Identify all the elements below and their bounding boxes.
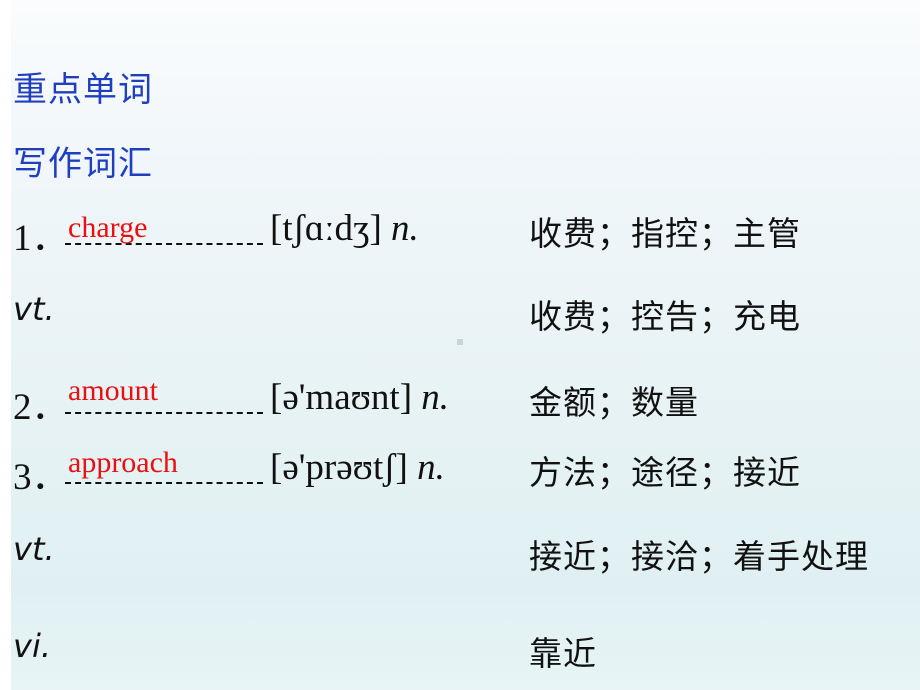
phonetic-line: [ə'prəʊtʃ] n.: [270, 446, 445, 489]
extra-meaning: 靠近: [529, 634, 597, 673]
answer-text: approach: [68, 446, 178, 479]
part-of-speech: n.: [417, 447, 445, 488]
answer-text: charge: [68, 211, 148, 244]
answer-blank: [65, 482, 263, 484]
phonetic-line: [ə'maʊnt] n.: [270, 376, 449, 419]
extra-part-of-speech: vt.: [13, 290, 55, 328]
phonetic-line: [tʃɑːdʒ] n.: [270, 207, 419, 250]
meaning: 收费；指控；主管: [529, 214, 801, 253]
entry-number: 2．: [13, 387, 69, 428]
extra-part-of-speech: vt.: [13, 530, 55, 568]
subsection-heading: 写作词汇: [13, 144, 153, 184]
phonetic: [ə'prəʊtʃ]: [270, 447, 408, 488]
meaning: 金额；数量: [529, 383, 699, 422]
phonetic: [ə'maʊnt]: [270, 377, 413, 418]
extra-meaning: 接近；接洽；着手处理: [529, 537, 869, 576]
entry-number: 1．: [13, 218, 69, 259]
phonetic: [tʃɑːdʒ]: [270, 208, 382, 249]
answer-text: amount: [68, 374, 158, 407]
part-of-speech: n.: [421, 377, 450, 418]
answer-blank: [65, 412, 263, 414]
meaning: 方法；途径；接近: [529, 453, 801, 492]
extra-meaning: 收费；控告；充电: [529, 297, 801, 336]
decorative-dot: [457, 339, 463, 345]
entry-number: 3．: [13, 457, 69, 498]
part-of-speech: n.: [391, 208, 419, 249]
extra-part-of-speech: vi.: [13, 627, 51, 665]
section-heading: 重点单词: [13, 70, 153, 110]
